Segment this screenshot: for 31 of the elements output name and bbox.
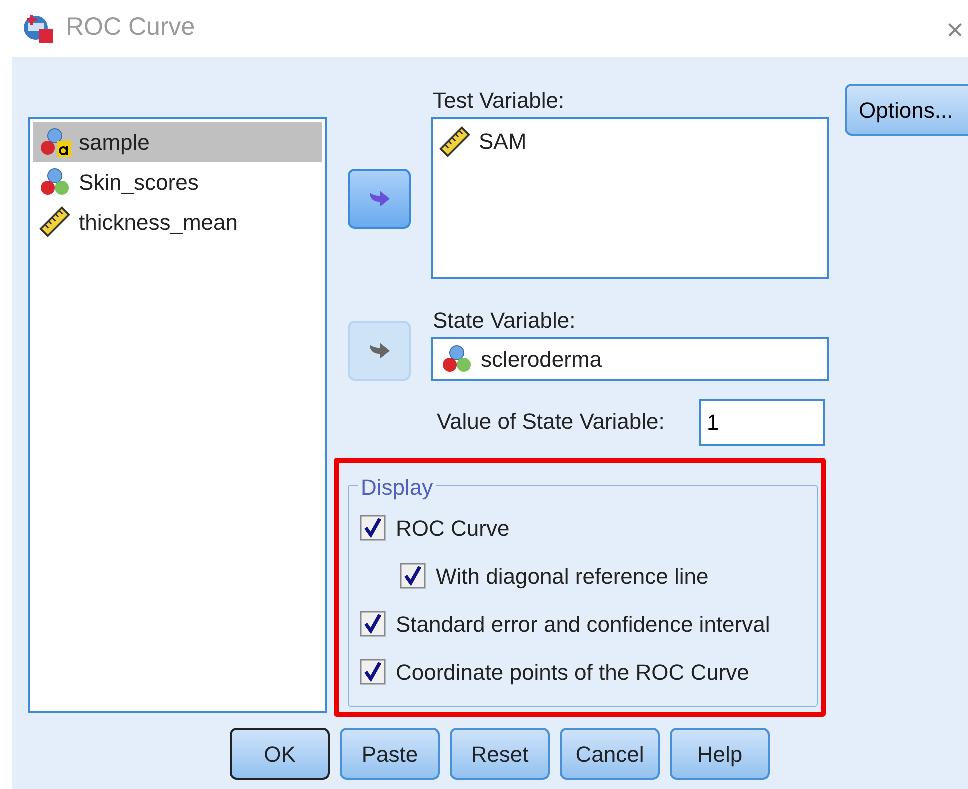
variable-item[interactable]: SAM <box>479 125 527 158</box>
variable-item[interactable]: sample <box>33 122 322 162</box>
arrow-icon <box>368 189 392 209</box>
window-title: ROC Curve <box>66 12 196 44</box>
state-variable-field[interactable]: scleroderma <box>431 337 829 381</box>
checkbox-label[interactable]: With diagonal reference line <box>436 560 709 592</box>
checkbox[interactable] <box>360 659 386 685</box>
dialog-button[interactable]: Reset <box>450 728 550 780</box>
circles-icon <box>39 166 71 198</box>
variable-list[interactable]: sample Skin_scores thickness_mean <box>28 117 327 713</box>
field-label: State Variable: <box>433 307 576 335</box>
circles-icon <box>441 343 473 375</box>
state-value-field[interactable]: 1 <box>699 399 825 446</box>
arrow-icon <box>368 341 392 361</box>
field-label: Test Variable: <box>433 87 565 115</box>
checkbox-label[interactable]: Standard error and confidence interval <box>396 608 770 640</box>
circles-letter-icon <box>39 126 71 158</box>
checkbox[interactable] <box>360 611 386 637</box>
checkbox[interactable] <box>360 515 386 541</box>
dialog-button[interactable]: Cancel <box>560 728 660 780</box>
checkbox[interactable] <box>400 563 426 589</box>
options-button[interactable]: Options... <box>845 84 968 136</box>
test-variable-box[interactable]: SAM <box>431 117 829 279</box>
checkbox-label[interactable]: Coordinate points of the ROC Curve <box>396 656 750 688</box>
dialog-button[interactable]: Paste <box>340 728 440 780</box>
dialog-button[interactable]: OK <box>230 728 330 780</box>
field-label: Value of State Variable: <box>437 408 665 436</box>
close-button[interactable]: × <box>946 8 964 53</box>
move-button[interactable] <box>348 169 411 229</box>
checkbox-label[interactable]: ROC Curve <box>396 512 510 544</box>
dialog-button[interactable]: Help <box>670 728 770 780</box>
